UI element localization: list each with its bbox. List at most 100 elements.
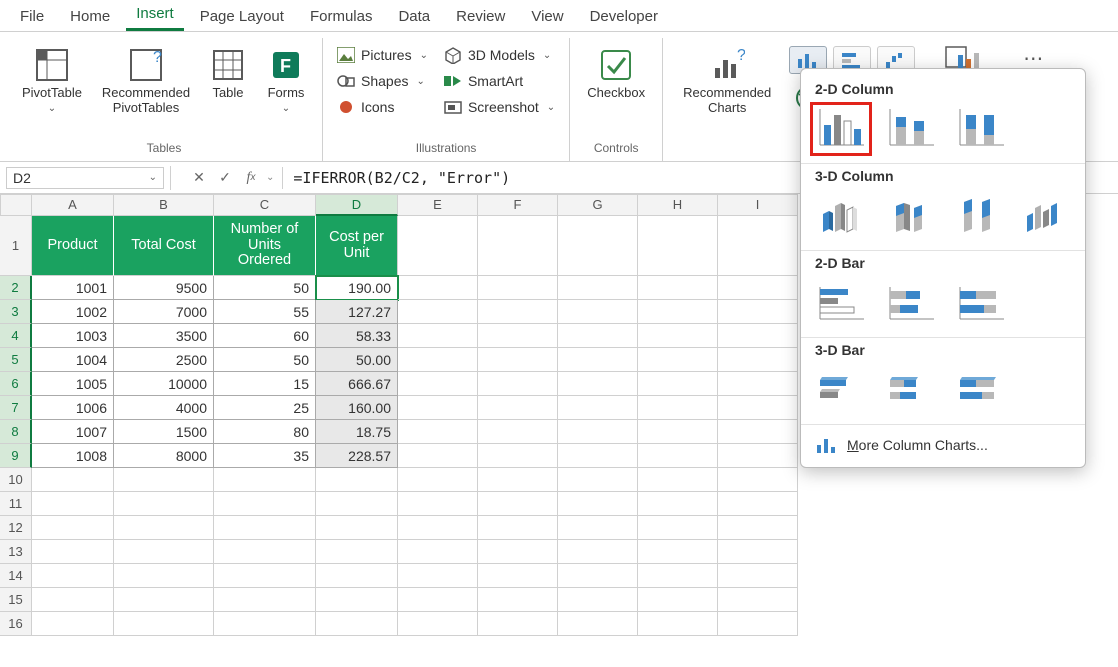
cell[interactable]: 58.33 <box>316 324 398 348</box>
tab-insert[interactable]: Insert <box>126 1 184 31</box>
cell[interactable]: 50.00 <box>316 348 398 372</box>
cell[interactable]: 1007 <box>32 420 114 444</box>
cell[interactable] <box>718 468 798 492</box>
row-header-7[interactable]: 7 <box>0 396 32 420</box>
cell[interactable] <box>316 588 398 612</box>
cell[interactable] <box>718 420 798 444</box>
cell[interactable]: 1003 <box>32 324 114 348</box>
cell[interactable] <box>398 588 478 612</box>
pivottable-button[interactable]: PivotTable ⌄ <box>16 40 88 114</box>
stacked-column-2d-option[interactable] <box>885 107 937 151</box>
cell[interactable]: 1001 <box>32 276 114 300</box>
cell[interactable]: 9500 <box>114 276 214 300</box>
cell[interactable] <box>638 540 718 564</box>
col-header-D[interactable]: D <box>316 194 398 216</box>
row-header-6[interactable]: 6 <box>0 372 32 396</box>
cell[interactable] <box>32 468 114 492</box>
table-button[interactable]: Table <box>204 40 252 101</box>
row-header-11[interactable]: 11 <box>0 492 32 516</box>
row-header-13[interactable]: 13 <box>0 540 32 564</box>
select-all-corner[interactable] <box>0 194 32 216</box>
pictures-button[interactable]: Pictures⌄ <box>333 44 432 66</box>
cell[interactable] <box>398 324 478 348</box>
cell[interactable] <box>718 324 798 348</box>
cell[interactable] <box>638 492 718 516</box>
tab-view[interactable]: View <box>521 4 573 31</box>
cell[interactable] <box>316 540 398 564</box>
cell[interactable] <box>114 564 214 588</box>
cell[interactable] <box>32 540 114 564</box>
cell[interactable] <box>478 564 558 588</box>
cell[interactable] <box>718 300 798 324</box>
row-header-4[interactable]: 4 <box>0 324 32 348</box>
cell-active[interactable]: 190.00 <box>316 276 398 300</box>
cell[interactable]: 1004 <box>32 348 114 372</box>
col-header-I[interactable]: I <box>718 194 798 216</box>
shapes-button[interactable]: Shapes⌄ <box>333 70 432 92</box>
tab-file[interactable]: File <box>10 4 54 31</box>
cell[interactable]: 1500 <box>114 420 214 444</box>
cell[interactable]: 3500 <box>114 324 214 348</box>
100-stacked-bar-3d-option[interactable] <box>955 368 1007 412</box>
cell[interactable] <box>398 492 478 516</box>
col-header-C[interactable]: C <box>214 194 316 216</box>
cell[interactable]: 2500 <box>114 348 214 372</box>
cell[interactable] <box>638 348 718 372</box>
cell[interactable] <box>558 516 638 540</box>
cell[interactable]: 1008 <box>32 444 114 468</box>
cell[interactable] <box>718 348 798 372</box>
tab-developer[interactable]: Developer <box>580 4 668 31</box>
cell[interactable] <box>478 588 558 612</box>
cell[interactable] <box>478 468 558 492</box>
row-header-15[interactable]: 15 <box>0 588 32 612</box>
row-header-9[interactable]: 9 <box>0 444 32 468</box>
cell[interactable] <box>214 516 316 540</box>
cell[interactable] <box>214 468 316 492</box>
cell[interactable] <box>398 372 478 396</box>
cell[interactable] <box>398 216 478 276</box>
more-column-charts-button[interactable]: More Column Charts... <box>801 424 1085 467</box>
cell[interactable] <box>398 564 478 588</box>
cell[interactable] <box>478 372 558 396</box>
tab-review[interactable]: Review <box>446 4 515 31</box>
col-header-H[interactable]: H <box>638 194 718 216</box>
cell[interactable] <box>718 516 798 540</box>
cell[interactable] <box>558 396 638 420</box>
header-units[interactable]: Number of Units Ordered <box>214 216 316 276</box>
cell[interactable] <box>478 492 558 516</box>
cell[interactable] <box>638 324 718 348</box>
cell[interactable]: 4000 <box>114 396 214 420</box>
header-product[interactable]: Product <box>32 216 114 276</box>
header-cost-per-unit[interactable]: Cost per Unit <box>316 216 398 276</box>
cell[interactable] <box>638 276 718 300</box>
cell[interactable] <box>558 348 638 372</box>
cell[interactable] <box>316 516 398 540</box>
cell[interactable] <box>638 612 718 636</box>
cell[interactable] <box>398 540 478 564</box>
checkbox-button[interactable]: Checkbox <box>580 40 652 101</box>
cell[interactable] <box>114 468 214 492</box>
cell[interactable] <box>718 492 798 516</box>
cell[interactable] <box>718 564 798 588</box>
cell[interactable]: 160.00 <box>316 396 398 420</box>
cell[interactable] <box>478 348 558 372</box>
cell[interactable] <box>558 216 638 276</box>
col-header-E[interactable]: E <box>398 194 478 216</box>
cell[interactable] <box>398 276 478 300</box>
row-header-12[interactable]: 12 <box>0 516 32 540</box>
3d-column-option[interactable] <box>1021 194 1072 238</box>
header-total-cost[interactable]: Total Cost <box>114 216 214 276</box>
100-stacked-bar-2d-option[interactable] <box>955 281 1007 325</box>
cell[interactable] <box>398 300 478 324</box>
cell[interactable] <box>558 300 638 324</box>
cell[interactable]: 127.27 <box>316 300 398 324</box>
cell[interactable] <box>718 612 798 636</box>
cell[interactable] <box>32 492 114 516</box>
row-header-16[interactable]: 16 <box>0 612 32 636</box>
cell[interactable] <box>114 492 214 516</box>
cell[interactable]: 25 <box>214 396 316 420</box>
cell[interactable] <box>638 216 718 276</box>
cell[interactable]: 1005 <box>32 372 114 396</box>
cell[interactable]: 80 <box>214 420 316 444</box>
cell[interactable]: 35 <box>214 444 316 468</box>
